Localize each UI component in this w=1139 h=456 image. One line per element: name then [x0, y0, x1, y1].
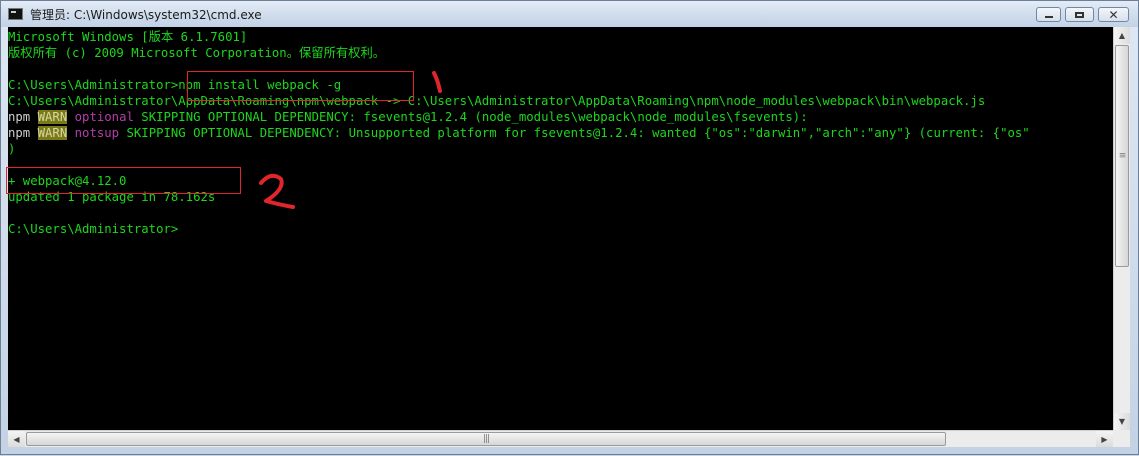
scroll-left-button[interactable]: ◀: [8, 431, 25, 447]
grip-icon: |||: [482, 434, 490, 444]
horizontal-scrollbar[interactable]: ◀ ||| ▶: [8, 430, 1113, 447]
arrow-up-icon: ▲: [1118, 31, 1126, 40]
annotation-mark-1: [432, 71, 442, 93]
scroll-up-button[interactable]: ▲: [1114, 27, 1130, 44]
annotation-label-1: 1: [1, 1, 2, 2]
grip-icon: ≡: [1118, 151, 1126, 161]
horizontal-scroll-thumb[interactable]: |||: [26, 432, 946, 446]
annotation-mark-2: [259, 173, 295, 209]
vertical-scrollbar[interactable]: ▲ ≡ ▼: [1113, 27, 1130, 430]
arrow-right-icon: ▶: [1101, 434, 1108, 444]
scrollbar-corner: [1113, 430, 1130, 447]
scroll-right-button[interactable]: ▶: [1096, 431, 1113, 447]
vertical-scroll-thumb[interactable]: ≡: [1115, 45, 1129, 267]
cmd-window: 管理员: C:\Windows\system32\cmd.exe ✕ Micro…: [0, 0, 1139, 455]
arrow-left-icon: ◀: [13, 434, 20, 444]
scroll-down-button[interactable]: ▼: [1114, 413, 1130, 430]
arrow-down-icon: ▼: [1118, 417, 1126, 426]
annotation-label-2: 2: [1, 1, 2, 2]
annotation-layer: 1 2: [1, 1, 442, 209]
